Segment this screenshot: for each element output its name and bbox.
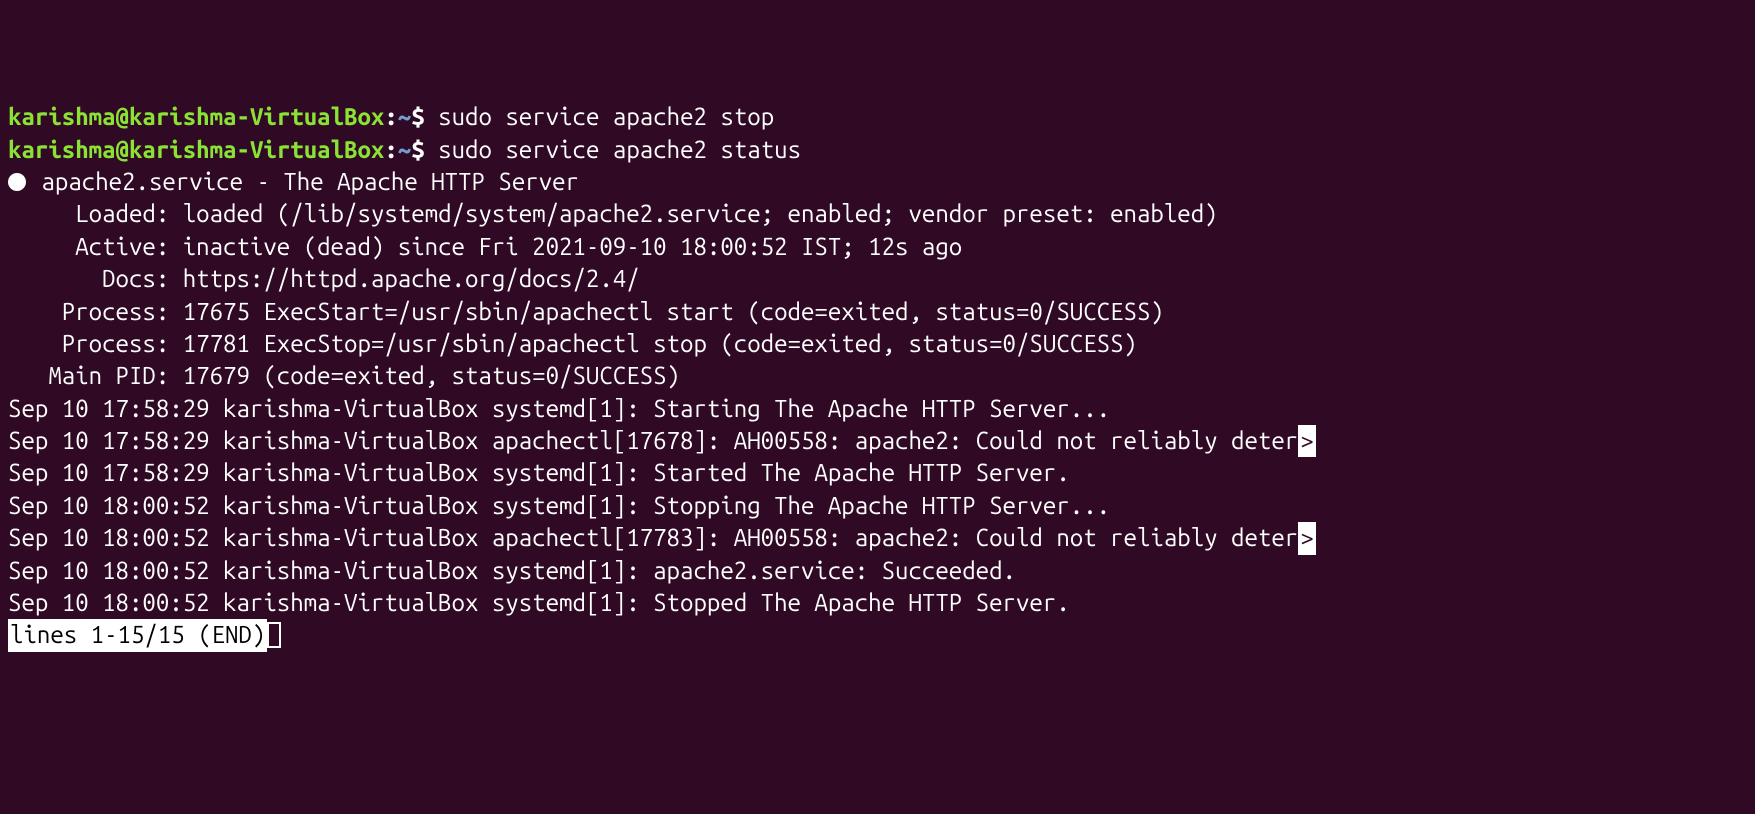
log-line-3: Sep 10 17:58:29 karishma-VirtualBox syst… bbox=[8, 457, 1747, 489]
command-2 bbox=[425, 136, 438, 163]
log-line-6: Sep 10 18:00:52 karishma-VirtualBox syst… bbox=[8, 555, 1747, 587]
status-loaded: Loaded: loaded (/lib/systemd/system/apac… bbox=[8, 198, 1747, 230]
log-line-2-wrap: Sep 10 17:58:29 karishma-VirtualBox apac… bbox=[8, 425, 1747, 457]
command-1-text: sudo service apache2 stop bbox=[438, 103, 774, 130]
status-process-2: Process: 17781 ExecStop=/usr/sbin/apache… bbox=[8, 328, 1747, 360]
terminal[interactable]: karishma@karishma-VirtualBox:~$ sudo ser… bbox=[8, 101, 1747, 652]
prompt-user: karishma bbox=[8, 103, 116, 130]
prompt-path: ~ bbox=[398, 103, 411, 130]
log-line-7: Sep 10 18:00:52 karishma-VirtualBox syst… bbox=[8, 587, 1747, 619]
status-bullet-icon bbox=[8, 173, 26, 191]
prompt-host: karishma-VirtualBox bbox=[129, 103, 384, 130]
command-1 bbox=[425, 103, 438, 130]
prompt-path: ~ bbox=[398, 136, 411, 163]
prompt-dollar: $ bbox=[411, 103, 424, 130]
truncate-icon: > bbox=[1298, 425, 1315, 457]
prompt-host: karishma-VirtualBox bbox=[129, 136, 384, 163]
prompt-colon: : bbox=[384, 136, 397, 163]
status-header-text: apache2.service - The Apache HTTP Server bbox=[28, 168, 579, 195]
log-line-1: Sep 10 17:58:29 karishma-VirtualBox syst… bbox=[8, 393, 1747, 425]
prompt-user: karishma bbox=[8, 136, 116, 163]
command-2-text: sudo service apache2 status bbox=[438, 136, 801, 163]
status-mainpid: Main PID: 17679 (code=exited, status=0/S… bbox=[8, 360, 1747, 392]
prompt-line-2: karishma@karishma-VirtualBox:~$ sudo ser… bbox=[8, 134, 1747, 166]
prompt-colon: : bbox=[384, 103, 397, 130]
log-line-5-wrap: Sep 10 18:00:52 karishma-VirtualBox apac… bbox=[8, 522, 1747, 554]
truncate-icon: > bbox=[1298, 522, 1315, 554]
prompt-at: @ bbox=[116, 103, 129, 130]
status-process-1: Process: 17675 ExecStart=/usr/sbin/apach… bbox=[8, 296, 1747, 328]
status-active: Active: inactive (dead) since Fri 2021-0… bbox=[8, 231, 1747, 263]
prompt-line-1: karishma@karishma-VirtualBox:~$ sudo ser… bbox=[8, 101, 1747, 133]
status-header: apache2.service - The Apache HTTP Server bbox=[8, 166, 1747, 198]
pager-line: lines 1-15/15 (END) bbox=[8, 619, 1747, 652]
cursor-icon bbox=[267, 622, 281, 648]
prompt-at: @ bbox=[116, 136, 129, 163]
status-docs: Docs: https://httpd.apache.org/docs/2.4/ bbox=[8, 263, 1747, 295]
prompt-dollar: $ bbox=[411, 136, 424, 163]
pager-status: lines 1-15/15 (END) bbox=[8, 619, 267, 651]
log-line-2: Sep 10 17:58:29 karishma-VirtualBox apac… bbox=[8, 427, 1298, 454]
log-line-4: Sep 10 18:00:52 karishma-VirtualBox syst… bbox=[8, 490, 1747, 522]
log-line-5: Sep 10 18:00:52 karishma-VirtualBox apac… bbox=[8, 524, 1298, 551]
